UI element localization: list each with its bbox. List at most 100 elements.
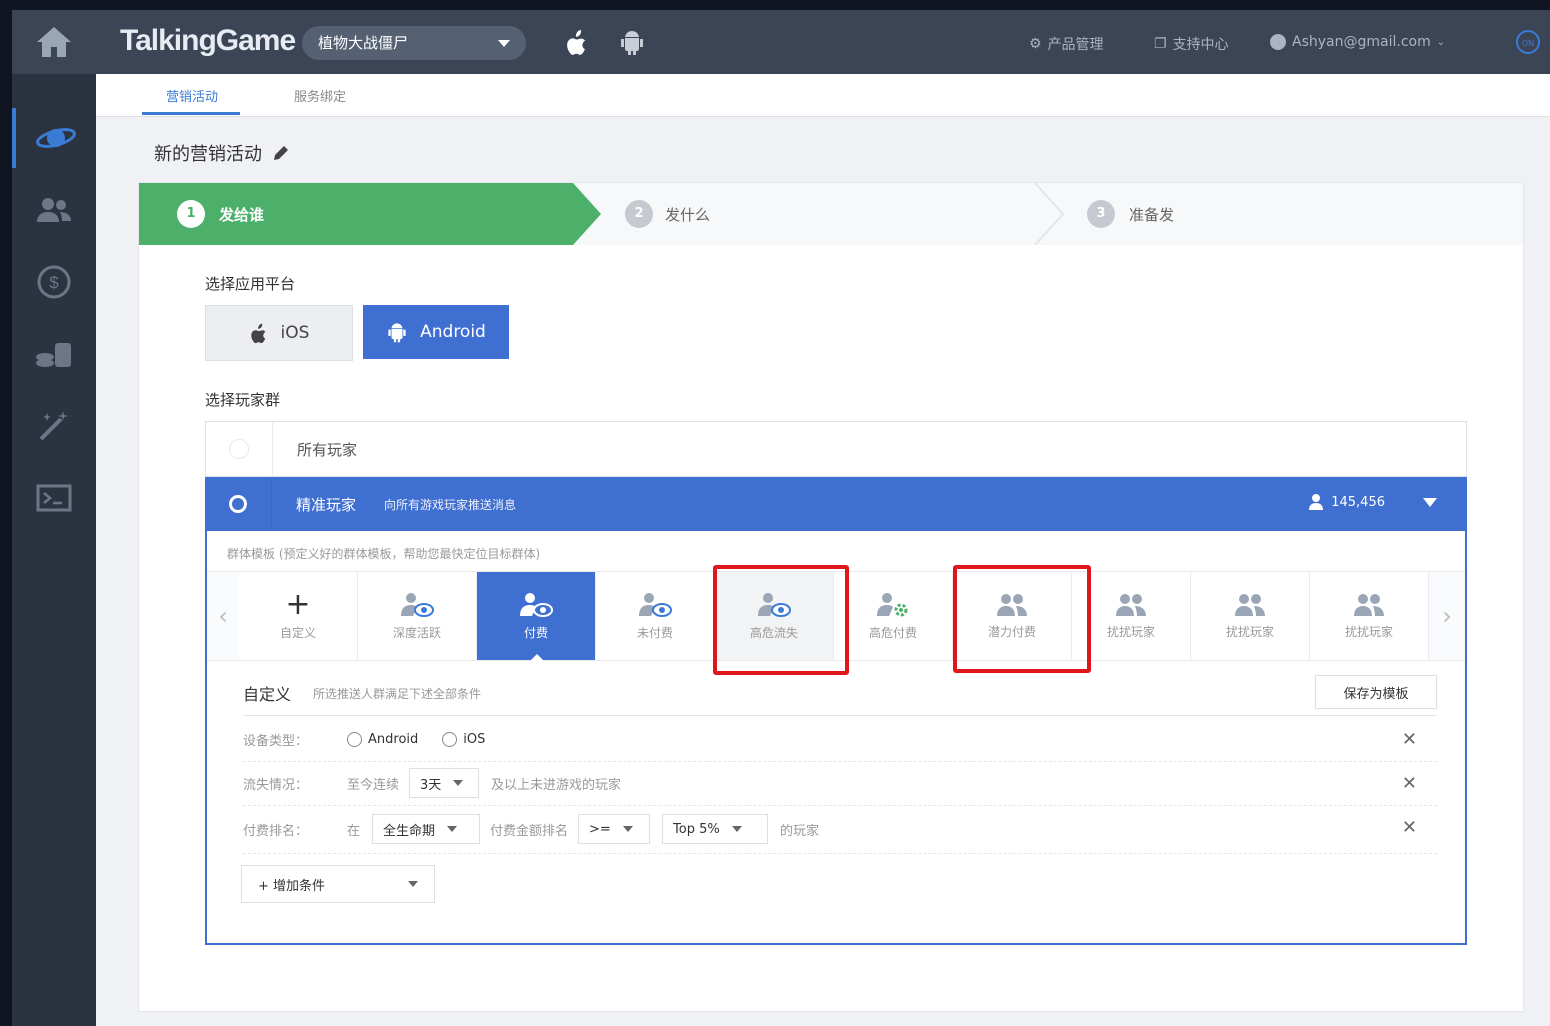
template-high-risk-paid[interactable]: 高危付费 xyxy=(834,572,953,660)
chevron-down-icon xyxy=(731,826,742,832)
device-ios-label: iOS xyxy=(463,731,486,747)
precise-players-radio[interactable] xyxy=(205,477,272,531)
churn-prefix: 至今连续 xyxy=(347,777,400,793)
all-players-row[interactable]: 所有玩家 xyxy=(205,421,1467,477)
condition-pay-label: 付费排名： xyxy=(243,823,309,839)
condition-device: 设备类型： Android iOS ✕ xyxy=(243,717,1437,762)
add-condition-select[interactable]: + 增加条件 xyxy=(241,865,435,903)
active-pointer xyxy=(529,654,545,662)
pay-operator-select[interactable]: >= xyxy=(578,814,651,844)
close-icon[interactable]: ✕ xyxy=(1402,773,1417,794)
platform-android-label: Android xyxy=(420,322,486,342)
template-unpaid[interactable]: 未付费 xyxy=(596,572,715,660)
apple-icon xyxy=(250,323,265,344)
template-deep-active[interactable]: 深度活跃 xyxy=(358,572,477,660)
sidebar-item-console[interactable] xyxy=(12,468,96,528)
sidebar-item-magic[interactable] xyxy=(12,396,96,456)
pay-rank-value: Top 5% xyxy=(673,821,720,837)
android-icon[interactable] xyxy=(619,28,645,56)
users-icon xyxy=(1116,593,1146,616)
product-mgmt-link[interactable]: ⚙ 产品管理 xyxy=(1029,34,1104,54)
pay-suffix: 的玩家 xyxy=(780,823,820,839)
svg-text:$: $ xyxy=(49,273,59,292)
template-label: 自定义 xyxy=(279,625,316,640)
sidebar-item-planet[interactable] xyxy=(12,108,96,168)
template-label: 付费 xyxy=(523,625,548,640)
template-label: 扰扰玩家 xyxy=(1225,624,1274,639)
top-bar: TalkingGame 植物大战僵尸 ⚙ 产品管理 ❐ 支持中心 Ashyan@… xyxy=(12,10,1550,74)
pay-operator-value: >= xyxy=(589,821,611,837)
home-icon xyxy=(37,27,71,57)
custom-header: 自定义 所选推送人群满足下述全部条件 xyxy=(243,681,481,705)
step-arrows xyxy=(139,183,1065,245)
sidebar-item-coins[interactable] xyxy=(12,324,96,384)
chevron-down-icon xyxy=(453,780,464,786)
template-disturb-3[interactable]: 扰扰玩家 xyxy=(1310,572,1429,660)
sidebar: $ xyxy=(12,74,96,1026)
pencil-icon[interactable] xyxy=(272,144,290,162)
planet-icon xyxy=(36,128,76,148)
apple-icon[interactable] xyxy=(565,28,589,56)
custom-title: 自定义 xyxy=(243,685,292,704)
all-players-radio[interactable] xyxy=(206,422,273,476)
churn-days-select[interactable]: 3天 xyxy=(409,768,480,798)
player-group-box: 所有玩家 精准玩家 向所有游戏玩家推送消息 145,456 群体模板 (预定义好… xyxy=(205,421,1467,945)
close-icon[interactable]: ✕ xyxy=(1402,817,1417,838)
chevron-down-icon xyxy=(498,40,510,47)
chevron-down-icon[interactable] xyxy=(1423,498,1437,507)
pay-in: 在 xyxy=(347,823,361,839)
dollar-circle-icon: $ xyxy=(37,265,71,299)
step-3[interactable]: 3 准备发 xyxy=(1087,200,1174,228)
users-icon xyxy=(37,198,71,222)
user-circle-icon xyxy=(1270,34,1286,50)
user-eye-icon xyxy=(639,592,672,617)
step-2-label: 发什么 xyxy=(665,205,711,224)
on-toggle-button[interactable]: ON xyxy=(1516,30,1540,54)
sidebar-item-revenue[interactable]: $ xyxy=(12,252,96,312)
chevron-right-icon[interactable]: › xyxy=(1429,572,1465,660)
template-label: 高危付费 xyxy=(868,625,917,640)
tab-bar: 营销活动 服务绑定 xyxy=(96,74,1550,117)
home-button[interactable] xyxy=(12,10,96,74)
step-2-number: 2 xyxy=(625,200,653,228)
template-paid[interactable]: 付费 xyxy=(477,572,596,662)
step-2[interactable]: 2 发什么 xyxy=(625,200,710,228)
chevron-left-icon[interactable]: ‹ xyxy=(207,572,239,660)
copy-icon: ❐ xyxy=(1154,36,1167,52)
device-android-radio[interactable]: Android xyxy=(347,731,418,747)
save-template-button[interactable]: 保存为模板 xyxy=(1315,675,1437,709)
step-1[interactable]: 1 发给谁 xyxy=(177,200,264,228)
sidebar-item-users[interactable] xyxy=(12,180,96,240)
plus-icon: + xyxy=(285,586,311,622)
tab-marketing[interactable]: 营销活动 xyxy=(166,86,218,105)
template-custom[interactable]: + 自定义 xyxy=(239,572,358,660)
app-selector[interactable]: 植物大战僵尸 xyxy=(302,26,526,60)
precise-players-panel: 群体模板 (预定义好的群体模板，帮助您最快定位目标群体) ‹ + 自定义 深度活… xyxy=(205,531,1467,945)
chevron-down-icon: ⌄ xyxy=(1436,36,1446,48)
player-count-value: 145,456 xyxy=(1331,494,1385,510)
account-menu[interactable]: Ashyan@gmail.com ⌄ xyxy=(1270,34,1445,50)
pay-period-value: 全生命期 xyxy=(383,823,436,839)
app-logo: TalkingGame xyxy=(120,24,296,57)
custom-desc: 所选推送人群满足下述全部条件 xyxy=(313,686,482,701)
step-3-label: 准备发 xyxy=(1129,205,1175,224)
platform-android-button[interactable]: Android xyxy=(363,305,509,359)
divider xyxy=(243,715,1437,716)
device-ios-radio[interactable]: iOS xyxy=(442,731,486,747)
account-email: Ashyan@gmail.com xyxy=(1292,34,1431,50)
close-icon[interactable]: ✕ xyxy=(1402,729,1417,750)
support-link[interactable]: ❐ 支持中心 xyxy=(1154,34,1229,54)
pay-rank-select[interactable]: Top 5% xyxy=(662,814,769,844)
pay-period-select[interactable]: 全生命期 xyxy=(372,814,481,844)
platform-ios-label: iOS xyxy=(280,323,310,343)
precise-players-row[interactable]: 精准玩家 向所有游戏玩家推送消息 145,456 xyxy=(205,477,1467,531)
app-frame: TalkingGame 植物大战僵尸 ⚙ 产品管理 ❐ 支持中心 Ashyan@… xyxy=(12,10,1550,1026)
tab-service-binding[interactable]: 服务绑定 xyxy=(294,86,346,105)
platform-ios-button[interactable]: iOS xyxy=(205,305,353,361)
all-players-label: 所有玩家 xyxy=(297,440,358,459)
template-disturb-2[interactable]: 扰扰玩家 xyxy=(1191,572,1310,660)
template-label: 深度活跃 xyxy=(392,625,441,640)
user-icon xyxy=(1309,494,1324,510)
step-bar: 1 发给谁 2 发什么 3 准备发 xyxy=(139,183,1523,245)
churn-suffix: 及以上未进游戏的玩家 xyxy=(491,777,622,793)
